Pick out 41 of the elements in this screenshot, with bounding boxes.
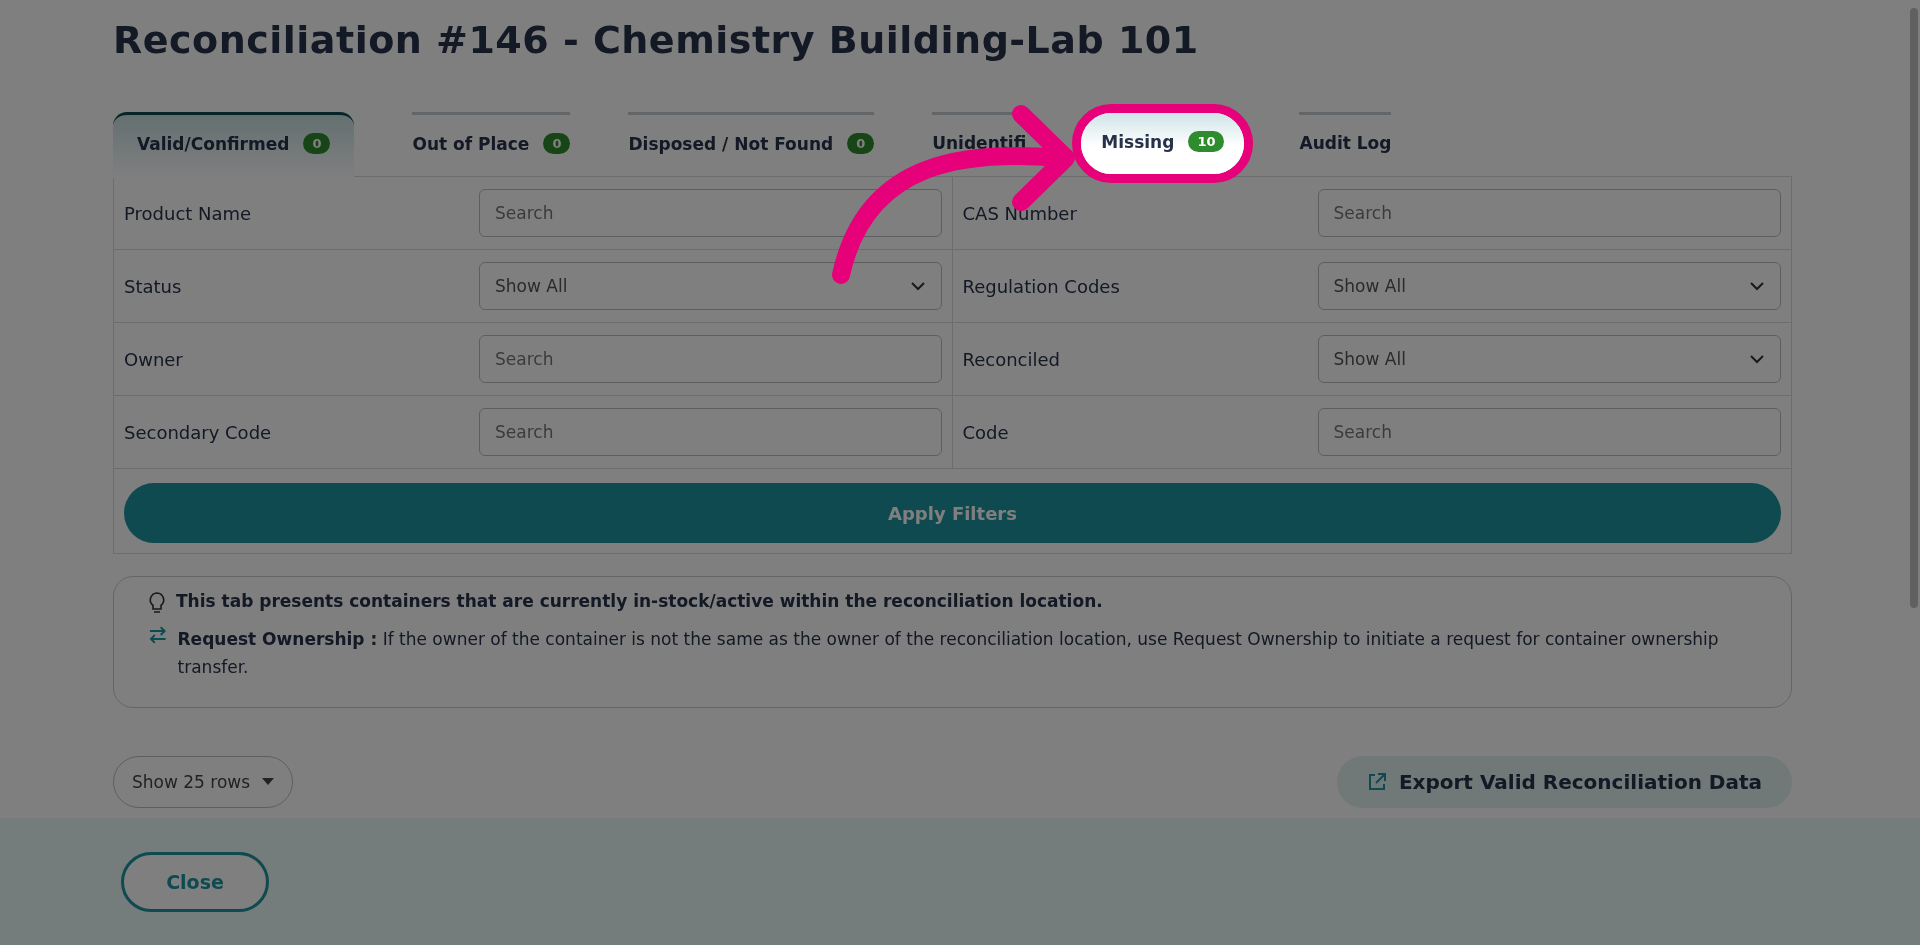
- search-field[interactable]: Search: [1317, 408, 1781, 456]
- apply-filters-button[interactable]: Apply Filters: [124, 483, 1781, 543]
- search-field[interactable]: Search: [479, 189, 942, 237]
- transfer-icon: [148, 625, 168, 645]
- filter-label: Owner: [124, 348, 184, 370]
- tab[interactable]: Disposed / Not Found 0: [628, 112, 875, 168]
- tab[interactable]: Unidentifi: [932, 112, 1027, 167]
- dropdown[interactable]: Show All: [479, 262, 942, 310]
- filter-label: CAS Number: [962, 202, 1078, 224]
- chevron-icon: [1749, 354, 1765, 364]
- chevron-icon: [909, 281, 926, 291]
- tab[interactable]: Valid/Confirmed 0: [113, 112, 355, 178]
- filter-label: Product Name: [124, 202, 253, 224]
- lightbulb-icon: [148, 591, 166, 615]
- chevron-icon: [1749, 281, 1765, 291]
- filter-label: Regulation Codes: [962, 275, 1121, 297]
- dropdown[interactable]: Show All: [1317, 262, 1781, 310]
- filter-label: Code: [962, 421, 1010, 443]
- caret-icon: [262, 778, 275, 786]
- export-button[interactable]: Export Valid Reconciliation Data: [1336, 756, 1792, 808]
- rows-select[interactable]: Show 25 rows: [113, 756, 294, 808]
- filter-label: Secondary Code: [124, 421, 273, 443]
- count-badge: 0: [543, 133, 571, 154]
- export-icon: [1366, 772, 1387, 792]
- page-title: Reconciliation #146 - Chemistry Building-Lab 101: [113, 18, 1200, 62]
- filter-label: Reconciled: [962, 348, 1061, 370]
- count-badge: 0: [303, 133, 331, 154]
- info-text: This tab presents containers that are currently in-stock/active within the reconciliation location.: [176, 591, 1103, 611]
- count-badge: 0: [847, 133, 875, 154]
- tab[interactable]: Out of Place 0: [412, 112, 571, 168]
- dropdown[interactable]: Show All: [1317, 335, 1781, 383]
- close-button[interactable]: Close: [121, 852, 269, 912]
- search-field[interactable]: Search: [479, 335, 942, 383]
- filter-label: Status: [124, 275, 183, 297]
- count-badge: 10: [1188, 131, 1225, 152]
- scrollbar[interactable]: [1910, 8, 1918, 608]
- search-field[interactable]: Search: [1317, 189, 1781, 237]
- tab[interactable]: Missing 10: [1081, 113, 1245, 174]
- tab[interactable]: Audit Log: [1299, 112, 1392, 167]
- info-text: Request Ownership : If the owner of the container is not the same as the owner of the reconciliation location, use Request Ownership to initiate a request for container ownership transfer.: [177, 628, 1720, 679]
- search-field[interactable]: Search: [479, 408, 942, 456]
